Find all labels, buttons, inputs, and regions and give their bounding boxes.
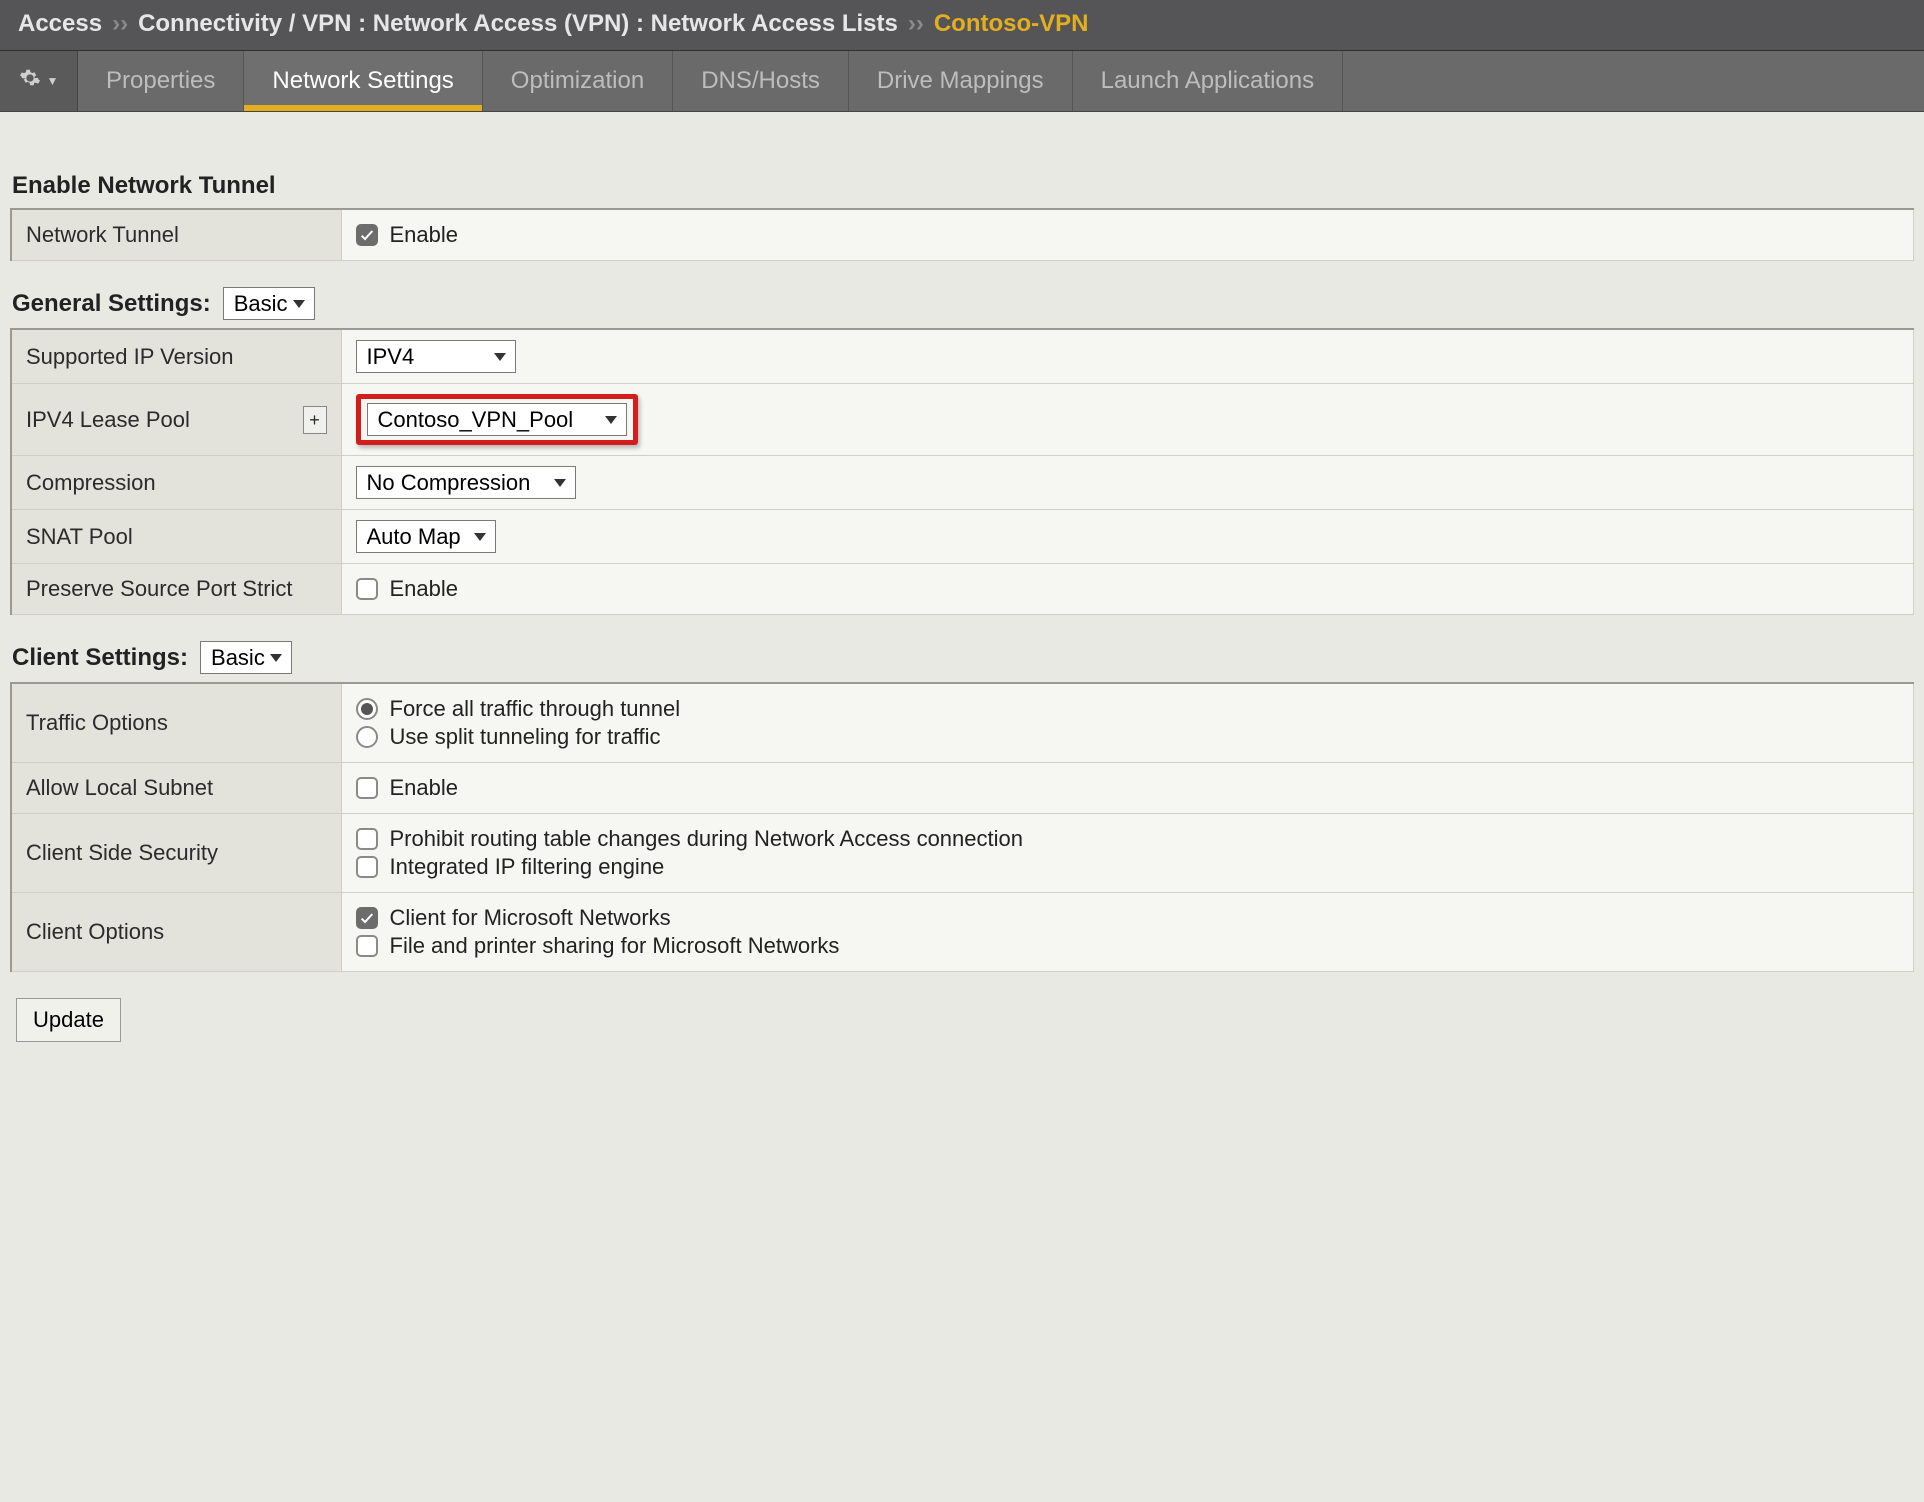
gear-menu[interactable]: ▼ [0,51,78,111]
security-routing-label: Prohibit routing table changes during Ne… [390,826,1023,852]
row-label-traffic: Traffic Options [11,683,341,763]
update-button[interactable]: Update [16,998,121,1042]
client-ms-networks-checkbox[interactable] [356,907,378,929]
preserve-port-checkbox-label: Enable [390,576,459,602]
client-file-share-checkbox[interactable] [356,935,378,957]
tunnel-table: Network Tunnel Enable [10,208,1914,261]
general-mode-select[interactable]: Basic [223,287,315,320]
client-file-share-label: File and printer sharing for Microsoft N… [390,933,840,959]
network-tunnel-checkbox-label: Enable [390,222,459,248]
breadcrumb-current: Contoso-VPN [934,10,1089,38]
row-label-snat: SNAT Pool [11,510,341,564]
breadcrumb-sep-1: ›› [112,10,128,38]
client-table: Traffic Options Force all traffic throug… [10,682,1914,972]
row-label-text: IPV4 Lease Pool [26,407,190,433]
tab-label: Network Settings [272,67,453,94]
row-label-allow-local: Allow Local Subnet [11,763,341,814]
network-tunnel-checkbox[interactable] [356,224,378,246]
tab-drive-mappings[interactable]: Drive Mappings [849,51,1073,111]
tab-label: DNS/Hosts [701,67,820,94]
ip-version-select[interactable]: IPV4 [356,340,516,373]
row-label-security: Client Side Security [11,814,341,893]
breadcrumb-root[interactable]: Access [18,10,102,38]
row-label-compression: Compression [11,456,341,510]
section-title-tunnel: Enable Network Tunnel [12,172,1914,200]
compression-select[interactable]: No Compression [356,466,576,499]
breadcrumb: Access ›› Connectivity / VPN : Network A… [0,0,1924,51]
client-ms-networks-label: Client for Microsoft Networks [390,905,671,931]
tab-label: Launch Applications [1101,67,1315,94]
allow-local-checkbox[interactable] [356,777,378,799]
snat-select[interactable]: Auto Map [356,520,496,553]
section-title-general: General Settings: Basic [12,287,1914,320]
general-table: Supported IP Version IPV4 IPV4 Lease Poo… [10,328,1914,615]
security-ipfilter-label: Integrated IP filtering engine [390,854,665,880]
tab-label: Drive Mappings [877,67,1044,94]
row-label-lease-pool: IPV4 Lease Pool + [11,384,341,456]
main-content: Enable Network Tunnel Network Tunnel Ena… [0,112,1924,1072]
lease-pool-add-button[interactable]: + [303,406,327,434]
tab-dns-hosts[interactable]: DNS/Hosts [673,51,849,111]
row-label-network-tunnel: Network Tunnel [11,209,341,261]
security-routing-checkbox[interactable] [356,828,378,850]
row-label-preserve-port: Preserve Source Port Strict [11,564,341,615]
traffic-force-radio[interactable] [356,698,378,720]
client-mode-select[interactable]: Basic [200,641,292,674]
lease-pool-highlight: Contoso_VPN_Pool [356,394,638,445]
row-label-ip-version: Supported IP Version [11,329,341,384]
traffic-split-radio[interactable] [356,726,378,748]
breadcrumb-path[interactable]: Connectivity / VPN : Network Access (VPN… [138,10,898,38]
section-title-text: Client Settings: [12,644,188,672]
tab-network-settings[interactable]: Network Settings [244,51,482,111]
tab-label: Properties [106,67,215,94]
tab-optimization[interactable]: Optimization [483,51,673,111]
traffic-force-label: Force all traffic through tunnel [390,696,681,722]
allow-local-checkbox-label: Enable [390,775,459,801]
tab-label: Optimization [511,67,644,94]
traffic-split-label: Use split tunneling for traffic [390,724,661,750]
preserve-port-checkbox[interactable] [356,578,378,600]
row-label-client-options: Client Options [11,893,341,972]
breadcrumb-sep-2: ›› [908,10,924,38]
tab-bar: ▼ Properties Network Settings Optimizati… [0,51,1924,112]
security-ipfilter-checkbox[interactable] [356,856,378,878]
section-title-text: Enable Network Tunnel [12,172,276,200]
gear-icon [19,67,41,95]
chevron-down-icon: ▼ [47,74,59,88]
section-title-client: Client Settings: Basic [12,641,1914,674]
lease-pool-select[interactable]: Contoso_VPN_Pool [367,403,627,436]
tab-launch-applications[interactable]: Launch Applications [1073,51,1344,111]
section-title-text: General Settings: [12,290,211,318]
tab-properties[interactable]: Properties [78,51,244,111]
